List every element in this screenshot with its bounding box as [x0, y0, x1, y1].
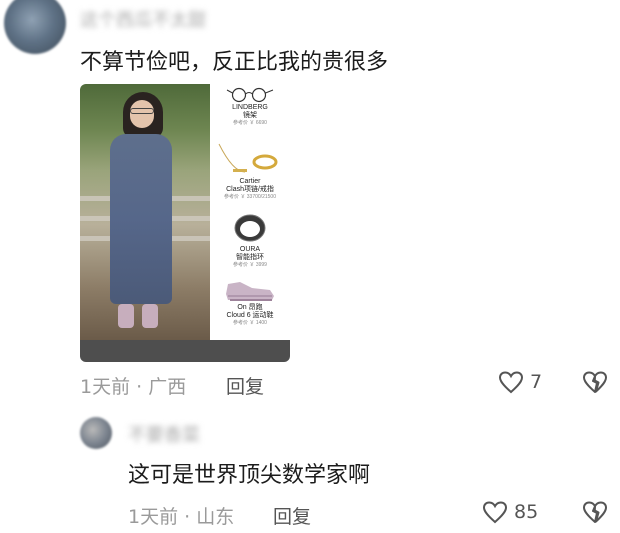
- photo-woman: [80, 84, 210, 340]
- like-button[interactable]: 7: [498, 370, 542, 394]
- sneaker-icon: [226, 282, 274, 301]
- product-subtitle: 智能指环: [236, 254, 264, 261]
- comment-text: 这可是世界顶尖数学家啊: [128, 463, 371, 488]
- product-item: On 昂跑 Cloud 6 运动鞋 参考价 ￥ 1400: [210, 274, 290, 327]
- comment-meta: 1天前 · 山东: [128, 506, 235, 528]
- product-subtitle: Cloud 6 运动鞋: [226, 312, 274, 319]
- product-item: Cartier Clash项链/戒指 参考价 ￥ 33700/21500: [210, 142, 290, 201]
- jewelry-icon: [218, 143, 278, 173]
- reply-button[interactable]: 回复: [273, 502, 311, 529]
- comment-text: 不算节俭吧，反正比我的贵很多: [80, 50, 389, 75]
- product-brand: OURA: [239, 246, 261, 253]
- comment-meta: 1天前 · 广西: [80, 376, 187, 398]
- product-brand: LINDBERG: [232, 104, 268, 111]
- ring-icon: [234, 214, 266, 242]
- username[interactable]: 这个西瓜不太甜: [80, 6, 206, 32]
- product-subtitle: 镜架: [243, 112, 257, 119]
- product-price: 参考价 ￥ 1400: [233, 320, 267, 326]
- comment-item: 不要香菜 这可是世界顶尖数学家啊 1天前 · 山东 回复 85: [0, 405, 620, 533]
- heart-icon: [482, 501, 508, 524]
- like-count: 85: [514, 501, 539, 523]
- product-price: 参考价 ￥ 6690: [233, 120, 267, 126]
- product-item: LINDBERG 镜架 参考价 ￥ 6690: [210, 86, 290, 127]
- product-list: LINDBERG 镜架 参考价 ￥ 6690 Cartier Clash项链/戒…: [210, 84, 290, 340]
- image-bottom-band: [80, 340, 290, 362]
- avatar[interactable]: [4, 0, 66, 54]
- glasses-icon: [226, 87, 274, 103]
- like-count: 7: [530, 371, 543, 393]
- username[interactable]: 不要香菜: [128, 421, 200, 447]
- avatar[interactable]: [80, 417, 112, 449]
- broken-heart-icon[interactable]: [582, 500, 608, 524]
- heart-icon: [498, 371, 524, 394]
- product-subtitle: Clash项链/戒指: [226, 186, 274, 193]
- comment-image[interactable]: LINDBERG 镜架 参考价 ￥ 6690 Cartier Clash项链/戒…: [80, 84, 290, 362]
- comment-item: 这个西瓜不太甜 不算节俭吧，反正比我的贵很多 LINDBERG 镜架 参考价 ￥…: [0, 0, 620, 400]
- broken-heart-icon[interactable]: [582, 370, 608, 394]
- product-brand: Cartier: [239, 178, 261, 185]
- reply-button[interactable]: 回复: [226, 372, 264, 399]
- product-item: OURA 智能指环 参考价 ￥ 3999: [210, 210, 290, 269]
- product-price: 参考价 ￥ 33700/21500: [224, 194, 276, 200]
- product-brand: On 昂跑: [237, 304, 263, 311]
- like-button[interactable]: 85: [482, 500, 538, 524]
- product-price: 参考价 ￥ 3999: [233, 262, 267, 268]
